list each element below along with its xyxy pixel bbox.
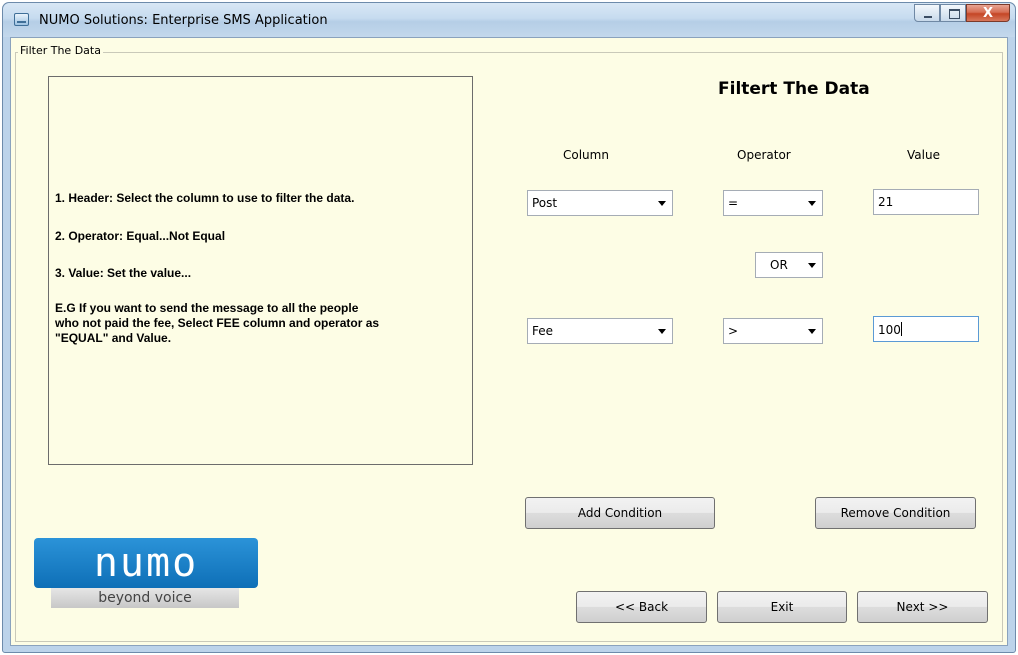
chevron-down-icon (808, 263, 816, 268)
column-dropdown-2[interactable]: Fee (527, 318, 673, 344)
value-input-1[interactable]: 21 (873, 189, 979, 215)
chevron-down-icon (808, 329, 816, 334)
groupbox-title: Filter The Data (18, 44, 103, 57)
instruction-example: E.G If you want to send the message to a… (55, 301, 380, 345)
add-condition-button[interactable]: Add Condition (525, 497, 715, 529)
maximize-button[interactable] (940, 4, 966, 22)
column-dropdown-2-value: Fee (532, 324, 554, 338)
logic-operator-value: OR (770, 258, 788, 272)
close-button[interactable]: X (966, 4, 1010, 22)
chevron-down-icon (658, 201, 666, 206)
instruction-header: 1. Header: Select the column to use to f… (55, 191, 355, 205)
remove-condition-button[interactable]: Remove Condition (815, 497, 976, 529)
value-input-2-text: 100 (878, 322, 902, 337)
logo-brand-text: numo (93, 540, 199, 586)
title-bar[interactable]: NUMO Solutions: Enterprise SMS Applicati… (3, 3, 1015, 37)
text-caret (900, 322, 902, 336)
column-header-operator: Operator (737, 148, 791, 162)
value-input-2[interactable]: 100 (873, 316, 979, 342)
numo-logo: numo beyond voice (34, 538, 258, 608)
app-icon (14, 13, 29, 26)
next-button[interactable]: Next >> (857, 591, 988, 623)
logic-operator-dropdown[interactable]: OR (755, 252, 823, 278)
exit-button[interactable]: Exit (717, 591, 847, 623)
chevron-down-icon (808, 201, 816, 206)
column-header-column: Column (563, 148, 609, 162)
column-header-value: Value (907, 148, 940, 162)
instructions-panel: 1. Header: Select the column to use to f… (48, 76, 473, 465)
operator-dropdown-2[interactable]: > (723, 318, 823, 344)
instruction-value: 3. Value: Set the value... (55, 266, 192, 280)
operator-dropdown-1-value: = (728, 196, 739, 210)
operator-dropdown-2-value: > (728, 324, 739, 338)
value-input-1-text: 21 (878, 195, 894, 209)
column-dropdown-1-value: Post (532, 196, 558, 210)
page-heading: Filtert The Data (718, 79, 870, 99)
app-window: NUMO Solutions: Enterprise SMS Applicati… (2, 2, 1016, 653)
column-dropdown-1[interactable]: Post (527, 190, 673, 216)
caption-buttons: X (914, 4, 1010, 22)
logo-banner: numo (34, 538, 258, 588)
logo-tagline: beyond voice (51, 588, 239, 608)
instruction-operator: 2. Operator: Equal...Not Equal (55, 229, 226, 243)
minimize-button[interactable] (914, 4, 940, 22)
chevron-down-icon (658, 329, 666, 334)
back-button[interactable]: << Back (576, 591, 707, 623)
client-area: Filter The Data 1. Header: Select the co… (10, 37, 1008, 646)
operator-dropdown-1[interactable]: = (723, 190, 823, 216)
window-title: NUMO Solutions: Enterprise SMS Applicati… (39, 13, 328, 28)
